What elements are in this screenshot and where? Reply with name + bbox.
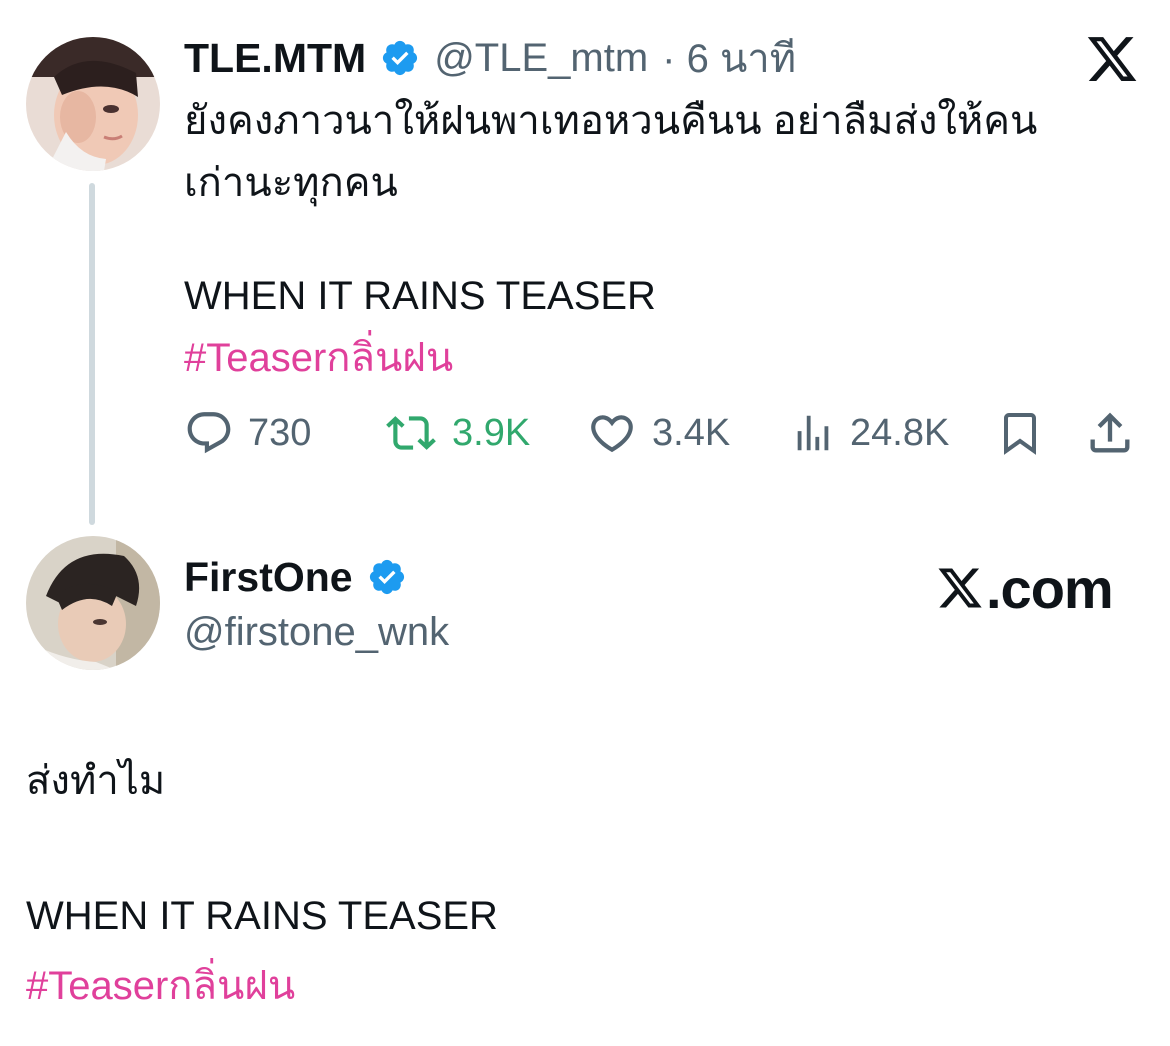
- bookmark-button[interactable]: [996, 400, 1044, 466]
- tweet-timestamp[interactable]: · 6 นาที: [662, 26, 796, 90]
- views-button[interactable]: 24.8K: [790, 400, 949, 466]
- tweet-author-row: TLE.MTM @TLE_mtm · 6 นาที: [184, 32, 796, 84]
- share-icon: [1090, 412, 1130, 453]
- brand-domain-text: .com: [986, 556, 1114, 620]
- avatar-image: [26, 37, 160, 171]
- tweet-text-line: ยังคงภาวนาให้ฝนพาเทอหวนคืนน อย่าลืมส่งให…: [184, 99, 1038, 143]
- verified-badge-icon: [367, 557, 407, 597]
- quoted-handle[interactable]: @firstone_wnk: [184, 606, 449, 658]
- quoted-text-line: ส่งทำไม: [26, 759, 166, 803]
- thread-connector-line: [89, 183, 95, 525]
- bookmark-icon: [1004, 413, 1036, 455]
- avatar-firstone[interactable]: [26, 536, 160, 670]
- heart-icon: [591, 415, 633, 453]
- avatar-tle-mtm[interactable]: [26, 37, 160, 171]
- quoted-display-name[interactable]: FirstOne: [184, 554, 353, 601]
- reply-button[interactable]: 730: [184, 400, 311, 466]
- hashtag-link[interactable]: #Teaserกลิ่นฝน: [26, 955, 295, 1017]
- share-button[interactable]: [1084, 400, 1136, 466]
- like-button[interactable]: 3.4K: [586, 400, 730, 466]
- author-handle[interactable]: @TLE_mtm: [434, 36, 648, 81]
- views-chart-icon: [797, 415, 829, 451]
- quoted-text-line: WHEN IT RAINS TEASER: [26, 894, 498, 938]
- x-logo-icon: [938, 568, 982, 608]
- views-count: 24.8K: [850, 411, 950, 454]
- x-logo-icon[interactable]: [1084, 32, 1140, 86]
- tweet-action-bar: 730 3.9K 3.4K 24.8K: [184, 400, 1140, 466]
- reply-count: 730: [248, 411, 312, 454]
- tweet-text-line: เก่านะทุกคน: [184, 161, 398, 205]
- x-com-brand[interactable]: .com: [934, 557, 1114, 620]
- verified-badge-icon: [380, 38, 420, 78]
- retweet-count: 3.9K: [452, 411, 531, 454]
- quoted-author-row: FirstOne: [184, 551, 407, 603]
- avatar-image: [26, 536, 160, 670]
- author-display-name[interactable]: TLE.MTM: [184, 35, 366, 82]
- reply-icon: [187, 412, 231, 454]
- tweet-text-line: WHEN IT RAINS TEASER: [184, 274, 656, 318]
- retweet-icon: [386, 416, 436, 450]
- like-count: 3.4K: [652, 411, 731, 454]
- retweet-button[interactable]: 3.9K: [384, 400, 530, 466]
- hashtag-link[interactable]: #Teaserกลิ่นฝน: [184, 327, 453, 389]
